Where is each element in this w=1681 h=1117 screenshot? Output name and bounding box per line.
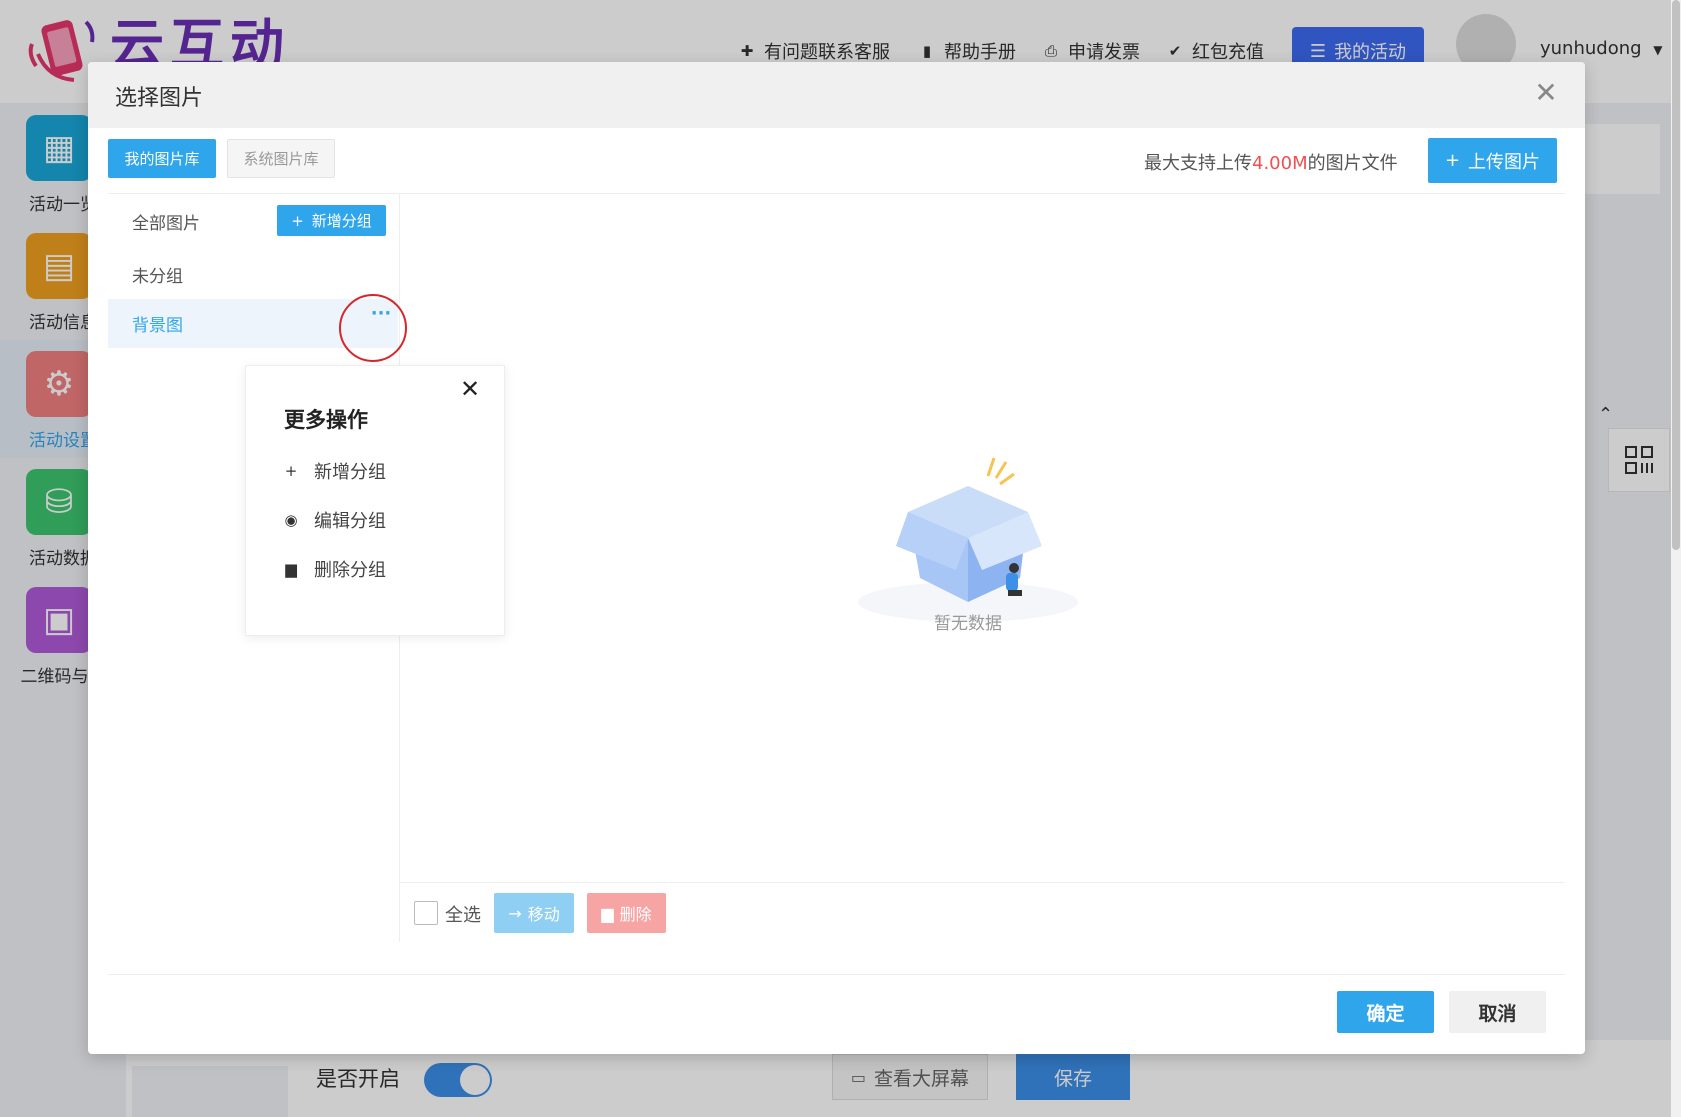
trash-icon: ▆ [601, 903, 614, 923]
move-label: 移动 [527, 905, 560, 924]
popover-title: 更多操作 [284, 408, 368, 432]
add-group-button[interactable]: + 新增分组 [277, 205, 386, 236]
divider [108, 193, 1565, 194]
page-scrollbar[interactable] [1671, 0, 1681, 1117]
group-label: 全部图片 [132, 214, 200, 234]
upload-size-limit: 4.00M [1252, 153, 1308, 174]
empty-state-text: 暂无数据 [934, 614, 1002, 634]
plus-icon: + [284, 462, 298, 480]
select-image-dialog: 选择图片 ✕ 我的图片库 系统图片库 最大支持上传4.00M的图片文件 + 上传… [88, 62, 1585, 1054]
menu-item-label: 删除分组 [314, 560, 386, 581]
menu-item-delete-group[interactable]: ▆ 删除分组 [284, 556, 386, 582]
upload-image-label: 上传图片 [1468, 151, 1541, 173]
move-button[interactable]: → 移动 [494, 893, 574, 933]
menu-item-edit-group[interactable]: ◉ 编辑分组 [284, 507, 386, 533]
select-all-label[interactable]: 全选 [445, 901, 481, 927]
tab-system-library[interactable]: 系统图片库 [227, 139, 335, 178]
confirm-button[interactable]: 确定 [1337, 991, 1434, 1033]
delete-button[interactable]: ▆ 删除 [587, 893, 666, 933]
tab-my-library[interactable]: 我的图片库 [108, 139, 216, 178]
plus-icon: + [291, 211, 304, 230]
plus-icon: + [1444, 150, 1461, 171]
add-group-label: 新增分组 [311, 212, 372, 230]
menu-item-label: 新增分组 [314, 462, 386, 483]
scrollbar-thumb[interactable] [1672, 0, 1680, 550]
dialog-header: 选择图片 ✕ [88, 62, 1585, 128]
close-icon[interactable]: ✕ [1531, 78, 1561, 108]
divider [108, 974, 1565, 975]
trash-icon: ▆ [285, 560, 297, 578]
group-item-ungrouped[interactable]: 未分组 [108, 250, 398, 299]
group-label: 未分组 [132, 267, 183, 287]
divider [400, 882, 1565, 883]
arrow-right-icon: → [508, 903, 522, 923]
dialog-title: 选择图片 [115, 86, 204, 111]
menu-item-add-group[interactable]: + 新增分组 [284, 458, 386, 484]
cancel-button[interactable]: 取消 [1449, 991, 1546, 1033]
upload-hint-suffix: 的图片文件 [1307, 153, 1398, 174]
close-icon[interactable]: ✕ [457, 376, 483, 402]
more-actions-popover: ✕ 更多操作 + 新增分组 ◉ 编辑分组 ▆ 删除分组 [245, 365, 505, 636]
group-label: 背景图 [132, 316, 183, 336]
delete-label: 删除 [619, 905, 652, 924]
eye-icon: ◉ [284, 511, 298, 529]
menu-item-label: 编辑分组 [314, 511, 386, 532]
highlight-circle [339, 294, 407, 362]
upload-hint: 最大支持上传4.00M的图片文件 [1144, 149, 1398, 175]
select-all-checkbox[interactable] [414, 901, 438, 925]
upload-image-button[interactable]: + 上传图片 [1428, 138, 1557, 183]
upload-hint-prefix: 最大支持上传 [1144, 153, 1252, 174]
